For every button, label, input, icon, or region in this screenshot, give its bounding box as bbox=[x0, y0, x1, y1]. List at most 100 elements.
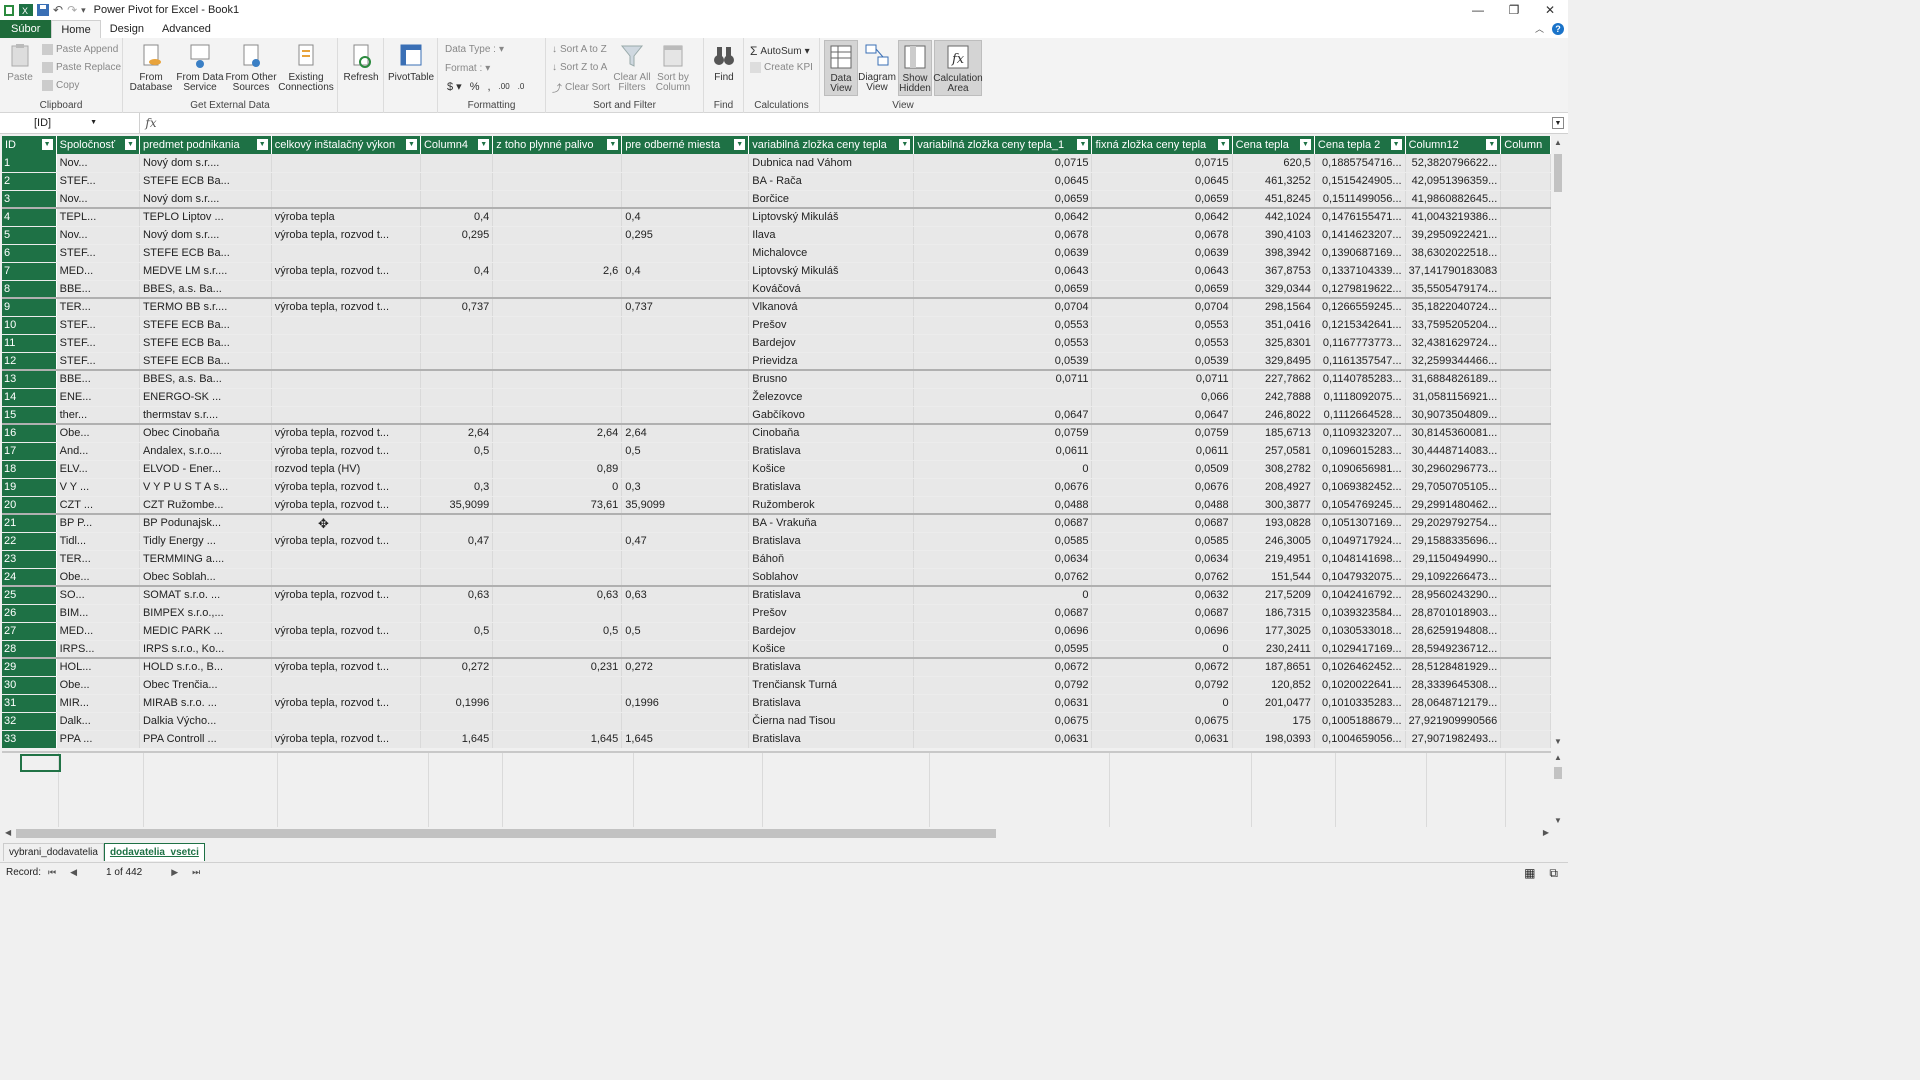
table-cell[interactable]: 0,0659 bbox=[913, 190, 1093, 209]
table-cell[interactable] bbox=[271, 640, 421, 659]
table-cell[interactable]: Michalovce bbox=[748, 244, 915, 263]
table-cell[interactable]: 42,0951396359... bbox=[1405, 172, 1502, 191]
table-cell[interactable]: Dalk... bbox=[56, 712, 140, 731]
table-row[interactable]: 19 V Y ... V Y P U S T A s... výroba tepla,… bbox=[2, 478, 1551, 497]
find-button[interactable]: Find bbox=[708, 42, 740, 83]
table-row[interactable]: 10 STEF... STEFE ECB Ba... Prešov 0,0553 0,05… bbox=[2, 316, 1551, 335]
table-cell[interactable]: STEF... bbox=[56, 334, 140, 353]
table-cell[interactable]: 193,0828 bbox=[1232, 513, 1315, 533]
table-cell[interactable]: výroba tepla, rozvod t... bbox=[271, 297, 421, 317]
table-cell[interactable]: 2,6 bbox=[492, 262, 623, 281]
table-cell[interactable]: 0,0687 bbox=[913, 513, 1093, 533]
table-cell[interactable]: 0,295 bbox=[420, 226, 494, 245]
from-other-sources-button[interactable]: From Other Sources bbox=[225, 42, 277, 93]
table-cell[interactable] bbox=[621, 172, 750, 191]
table-cell[interactable]: BIM... bbox=[56, 604, 140, 623]
autosum-button[interactable]: Σ AutoSum ▾ bbox=[750, 44, 810, 58]
table-cell[interactable]: Železovce bbox=[748, 388, 915, 407]
row-number[interactable]: 28 bbox=[2, 640, 57, 659]
table-cell[interactable] bbox=[1500, 460, 1551, 479]
table-cell[interactable] bbox=[621, 550, 750, 569]
table-cell[interactable] bbox=[621, 190, 750, 209]
filter-dropdown-icon[interactable]: ▼ bbox=[256, 139, 268, 150]
table-cell[interactable]: 246,3005 bbox=[1232, 532, 1315, 551]
table-cell[interactable]: Nový dom s.r.... bbox=[139, 190, 272, 209]
table-cell[interactable]: 0,0632 bbox=[1091, 585, 1233, 605]
paste-button[interactable]: Paste bbox=[7, 42, 33, 83]
pivottable-button[interactable]: PivotTable bbox=[388, 42, 434, 83]
table-cell[interactable]: 0,0585 bbox=[913, 532, 1093, 551]
table-cell[interactable]: STEF... bbox=[56, 352, 140, 371]
help-icon[interactable]: ? bbox=[1552, 22, 1564, 35]
table-cell[interactable]: 0,0585 bbox=[1091, 532, 1233, 551]
table-cell[interactable]: výroba tepla, rozvod t... bbox=[271, 730, 421, 748]
row-number[interactable]: 2 bbox=[2, 172, 57, 191]
table-cell[interactable]: 35,9099 bbox=[621, 496, 750, 515]
table-cell[interactable]: 0,0711 bbox=[1091, 369, 1233, 389]
excel-icon[interactable]: X bbox=[19, 3, 33, 17]
table-cell[interactable] bbox=[271, 513, 421, 533]
table-cell[interactable]: 0,0762 bbox=[1091, 568, 1233, 587]
row-number[interactable]: 1 bbox=[2, 154, 57, 173]
table-cell[interactable]: 0,0488 bbox=[913, 496, 1093, 515]
table-cell[interactable]: 0,1090656981... bbox=[1314, 460, 1406, 479]
table-row[interactable]: 1 Nov... Nový dom s.r.... Dubnica nad Váhom… bbox=[2, 154, 1551, 173]
table-cell[interactable] bbox=[621, 388, 750, 407]
table-cell[interactable] bbox=[271, 604, 421, 623]
column-header[interactable]: fixná zložka ceny tepla ▼ bbox=[1091, 136, 1233, 154]
table-row[interactable]: 30 Obe... Obec Trenčia... Trenčiansk Turná 0… bbox=[2, 676, 1551, 695]
row-number[interactable]: 17 bbox=[2, 442, 57, 461]
table-cell[interactable]: 325,8301 bbox=[1232, 334, 1315, 353]
table-cell[interactable]: výroba tepla, rozvod t... bbox=[271, 496, 421, 515]
table-cell[interactable] bbox=[492, 334, 623, 353]
table-cell[interactable] bbox=[420, 190, 494, 209]
row-number[interactable]: 9 bbox=[2, 297, 57, 317]
table-cell[interactable]: 0,0711 bbox=[913, 369, 1093, 389]
table-cell[interactable]: 0,63 bbox=[492, 585, 623, 605]
table-cell[interactable]: 0,1049717924... bbox=[1314, 532, 1406, 551]
table-cell[interactable]: 2,64 bbox=[492, 423, 623, 443]
table-cell[interactable]: And... bbox=[56, 442, 140, 461]
table-cell[interactable] bbox=[492, 190, 623, 209]
table-cell[interactable] bbox=[420, 640, 494, 659]
table-cell[interactable] bbox=[420, 676, 494, 695]
table-cell[interactable] bbox=[492, 369, 623, 389]
table-cell[interactable]: Liptovský Mikuláš bbox=[748, 262, 915, 281]
table-cell[interactable]: 0,1414623207... bbox=[1314, 226, 1406, 245]
table-cell[interactable]: 39,2950922421... bbox=[1405, 226, 1502, 245]
table-cell[interactable]: 0,1161357547... bbox=[1314, 352, 1406, 371]
table-cell[interactable]: thermstav s.r.... bbox=[139, 406, 272, 425]
table-cell[interactable]: 0,1054769245... bbox=[1314, 496, 1406, 515]
table-cell[interactable] bbox=[1500, 280, 1551, 299]
table-cell[interactable]: 0,0715 bbox=[1091, 154, 1233, 173]
filter-dropdown-icon[interactable]: ▼ bbox=[734, 139, 746, 150]
table-cell[interactable] bbox=[271, 676, 421, 695]
table-cell[interactable]: 0,1109323207... bbox=[1314, 423, 1406, 443]
table-cell[interactable]: STEFE ECB Ba... bbox=[139, 352, 272, 371]
diagram-view-button[interactable]: Diagram View bbox=[858, 42, 896, 93]
filter-dropdown-icon[interactable]: ▼ bbox=[1486, 139, 1498, 150]
sort-za-button[interactable]: ↓ Sort Z to A bbox=[552, 62, 607, 73]
table-cell[interactable]: 1,645 bbox=[420, 730, 494, 748]
thousands-icon[interactable]: , bbox=[487, 81, 490, 93]
data-view-button[interactable]: Data View bbox=[824, 40, 858, 96]
table-cell[interactable]: BBES, a.s. Ba... bbox=[139, 369, 272, 389]
table-cell[interactable]: 33,7595205204... bbox=[1405, 316, 1502, 335]
table-cell[interactable]: výroba tepla, rozvod t... bbox=[271, 262, 421, 281]
row-number[interactable]: 8 bbox=[2, 280, 57, 299]
table-cell[interactable] bbox=[1500, 568, 1551, 587]
table-cell[interactable] bbox=[621, 676, 750, 695]
table-cell[interactable] bbox=[1500, 423, 1551, 443]
refresh-button[interactable]: Refresh bbox=[343, 42, 379, 83]
table-cell[interactable]: 442,1024 bbox=[1232, 207, 1315, 227]
table-cell[interactable]: výroba tepla bbox=[271, 207, 421, 227]
table-cell[interactable]: V Y P U S T A s... bbox=[139, 478, 272, 497]
table-cell[interactable]: 0,0704 bbox=[913, 297, 1093, 317]
column-header[interactable]: predmet podnikania ▼ bbox=[139, 136, 272, 154]
table-cell[interactable] bbox=[1500, 226, 1551, 245]
table-cell[interactable]: 0,0675 bbox=[1091, 712, 1233, 731]
table-cell[interactable]: Bratislava bbox=[748, 730, 915, 748]
table-cell[interactable]: Soblahov bbox=[748, 568, 915, 587]
table-row[interactable]: 18 ELV... ELVOD - Ener... rozvod tepla (HV)… bbox=[2, 460, 1551, 479]
table-cell[interactable]: 0,1096015283... bbox=[1314, 442, 1406, 461]
